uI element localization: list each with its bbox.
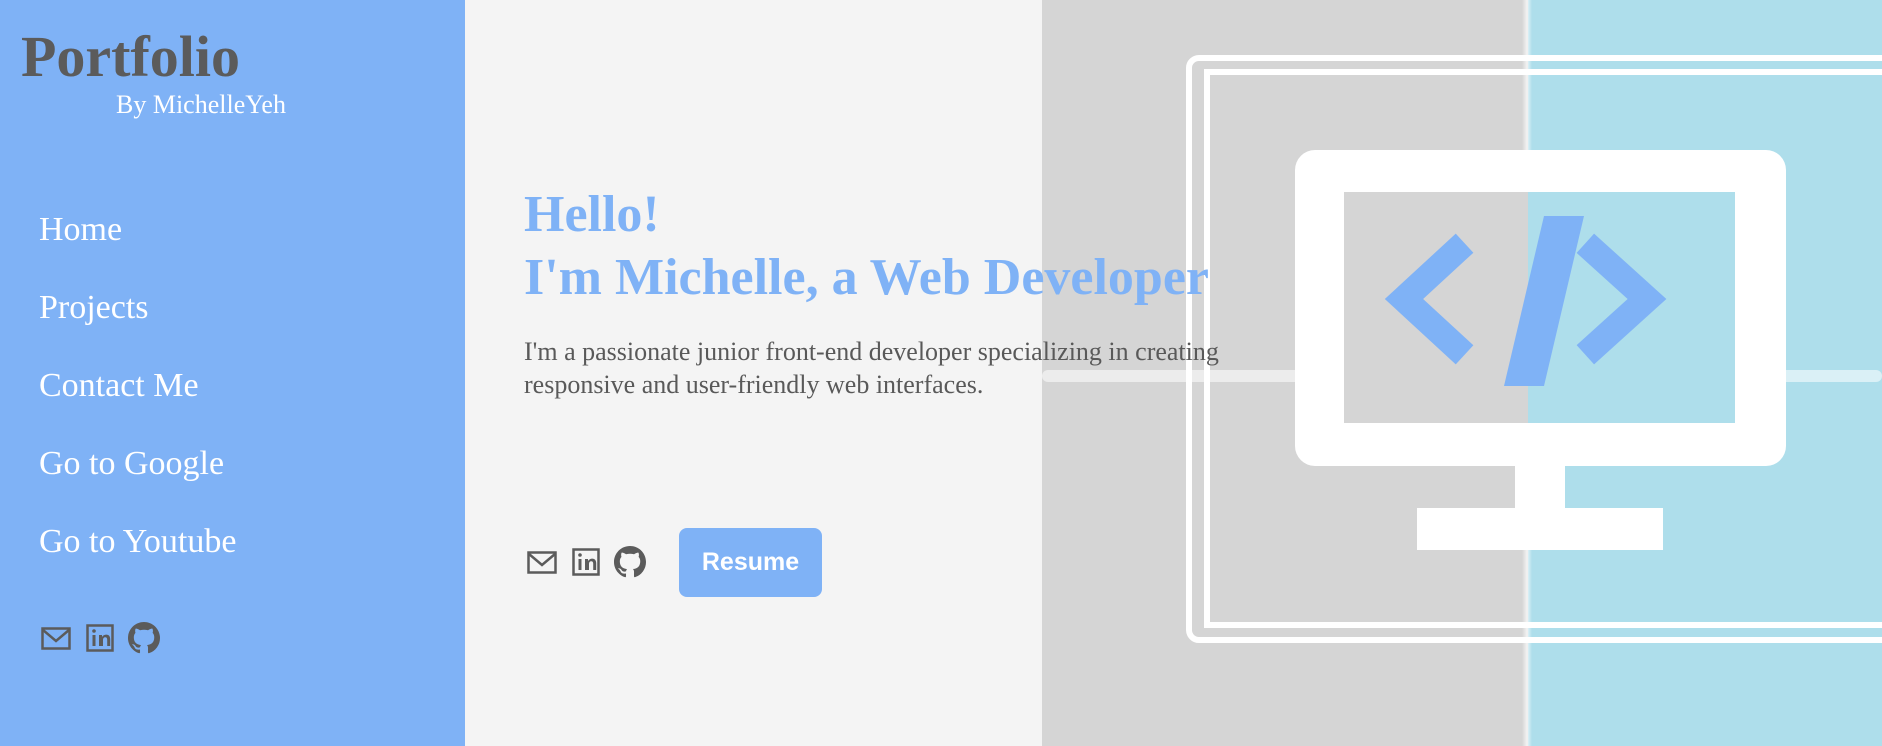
hero-social-links <box>526 546 646 578</box>
brand-subtitle: By MichelleYeh <box>116 90 286 119</box>
nav-item-home[interactable]: Home <box>39 205 236 283</box>
nav-item-projects[interactable]: Projects <box>39 283 236 361</box>
hero-headline: I'm Michelle, a Web Developer <box>524 249 1210 306</box>
nav-item-contact-me[interactable]: Contact Me <box>39 361 236 439</box>
mail-icon[interactable] <box>526 546 558 578</box>
sidebar-nav: Home Projects Contact Me Go to Google Go… <box>39 205 236 595</box>
hero-greeting: Hello! <box>524 186 660 243</box>
hero-description: I'm a passionate junior front-end develo… <box>524 337 1219 399</box>
linkedin-icon[interactable] <box>570 546 602 578</box>
github-icon[interactable] <box>128 622 160 654</box>
sidebar-social-links <box>40 622 160 654</box>
github-icon[interactable] <box>614 546 646 578</box>
brand-title: Portfolio <box>21 24 241 89</box>
nav-item-go-to-google[interactable]: Go to Google <box>39 439 236 517</box>
nav-item-go-to-youtube[interactable]: Go to Youtube <box>39 517 236 595</box>
resume-button[interactable]: Resume <box>679 528 822 597</box>
mail-icon[interactable] <box>40 622 72 654</box>
linkedin-icon[interactable] <box>84 622 116 654</box>
sidebar: Portfolio By MichelleYeh Home Projects C… <box>0 0 465 746</box>
